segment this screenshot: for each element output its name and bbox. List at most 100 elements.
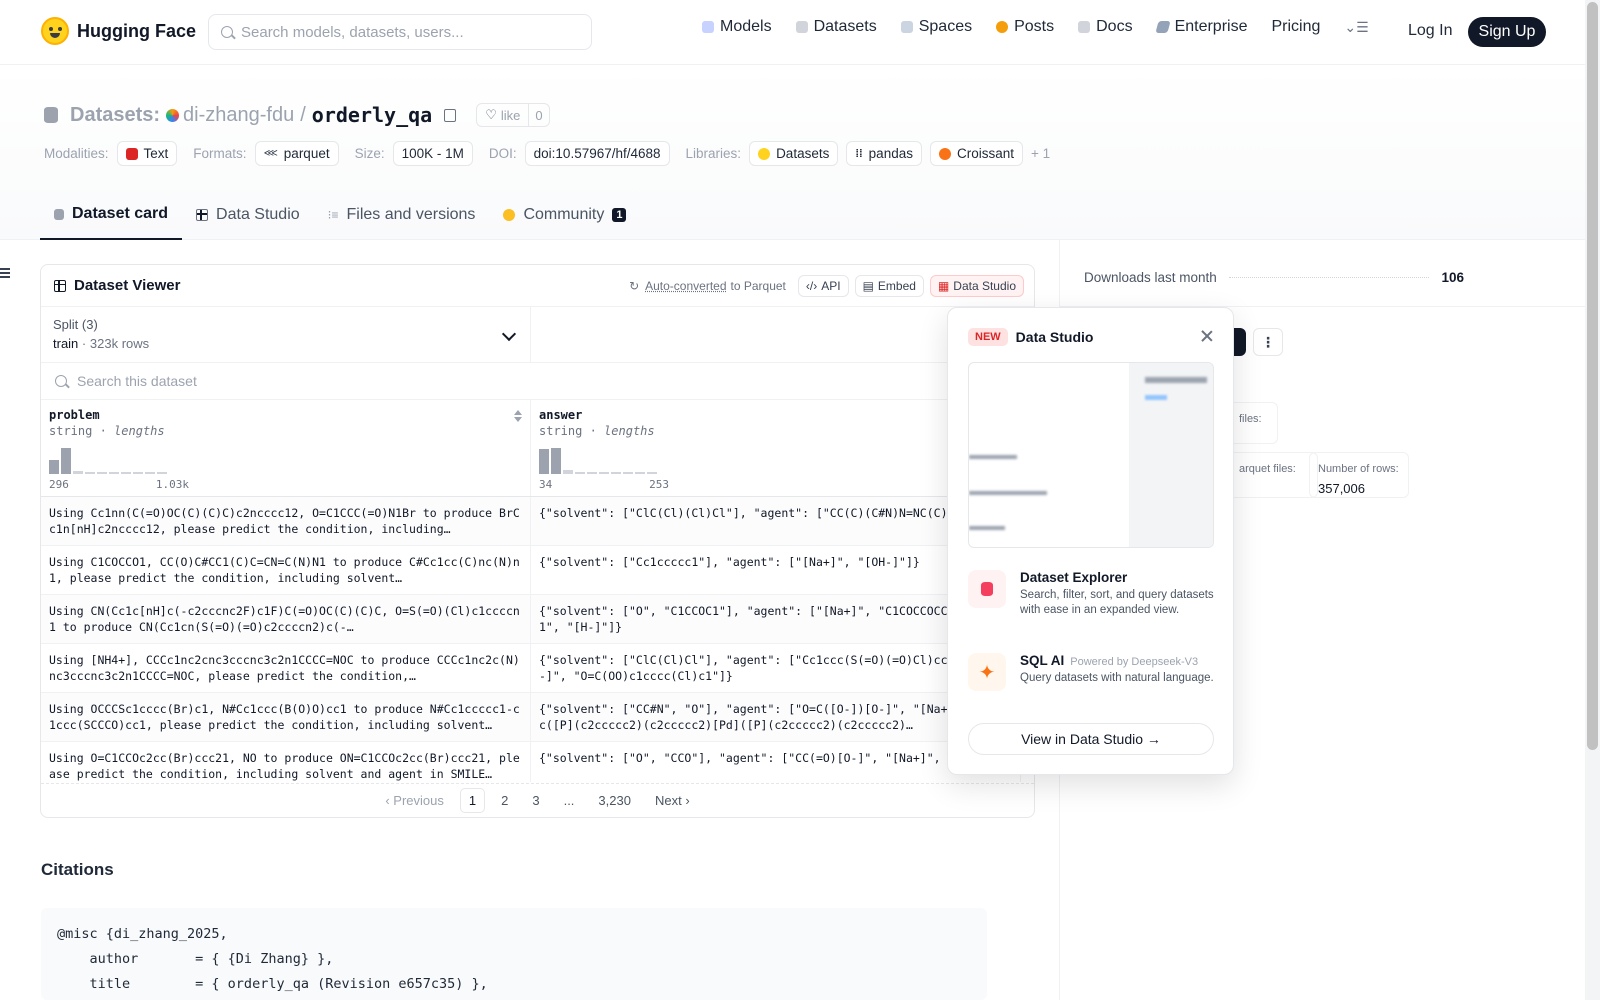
tab-data-studio-label: Data Studio	[216, 206, 300, 223]
library-chip-datasets[interactable]: Datasets	[749, 141, 839, 166]
table-row[interactable]: Using O=C1CCOc2cc(Br)ccc21, NO to produc…	[41, 742, 1034, 782]
copy-icon[interactable]	[444, 108, 457, 122]
repo-name[interactable]: orderly_qa	[312, 103, 432, 127]
library-chip-croissant[interactable]: Croissant	[929, 141, 1023, 166]
format-chip-parquet[interactable]: ⋘ parquet	[254, 141, 339, 166]
embed-button[interactable]: ▤ Embed	[854, 274, 924, 297]
api-label: API	[821, 278, 841, 293]
tab-community-label: Community	[523, 206, 605, 223]
nav-posts-label: Posts	[1014, 18, 1055, 35]
toc-toggle-icon[interactable]	[0, 268, 10, 278]
signup-button[interactable]: Sign Up	[1468, 17, 1546, 47]
nav-posts[interactable]: Posts	[996, 18, 1054, 36]
split-selector[interactable]: Split (3) train · 323k rows	[41, 307, 531, 362]
sparkle-icon: ✦	[968, 653, 1006, 691]
data-studio-icon: ▦	[937, 278, 950, 293]
login-link[interactable]: Log In	[1408, 22, 1452, 40]
data-studio-button[interactable]: ▦ Data Studio	[929, 274, 1024, 297]
formats-label: Formats:	[193, 146, 247, 161]
nav-spaces[interactable]: Spaces	[900, 18, 973, 36]
search-icon	[55, 375, 67, 387]
table-cell-problem[interactable]: Using C1COCCO1, CC(O)C#CC1(C)C=CN=C(N)N1…	[41, 546, 531, 594]
brand-name: Hugging Face	[77, 20, 197, 41]
spaces-icon	[900, 21, 913, 33]
table-icon	[54, 279, 66, 292]
table-row[interactable]: Using CN(Cc1c[nH]c(-c2cccnc2F)c1F)C(=O)O…	[41, 595, 1034, 644]
column-header-problem[interactable]: problem string · lengths 296 1.03k	[41, 400, 531, 496]
table-row[interactable]: Using [NH4+], CCCc1nc2cnc3cccnc3c2n1CCCC…	[41, 644, 1034, 693]
table-cell-problem[interactable]: Using [NH4+], CCCc1nc2cnc3cccnc3c2n1CCCC…	[41, 644, 531, 692]
brand-logo-link[interactable]: Hugging Face	[41, 17, 196, 45]
nav-models[interactable]: Models	[702, 18, 772, 36]
like-label: like	[500, 107, 521, 123]
libraries-label: Libraries:	[685, 146, 742, 161]
pager-page[interactable]: 2	[493, 789, 516, 812]
pagination: ‹ Previous 1 2 3 ... 3,230 Next ›	[41, 783, 1034, 817]
pager-page[interactable]: 1	[459, 788, 486, 813]
table-row[interactable]: Using Cc1nn(C(=O)OC(C)(C)C)c2ncccc12, O=…	[41, 497, 1034, 546]
stat-rows-label: Number of rows:	[1318, 463, 1399, 475]
models-icon	[702, 21, 714, 33]
auto-converted-link[interactable]: Auto-converted	[645, 279, 726, 293]
breadcrumb-datasets[interactable]: Datasets:	[70, 104, 160, 127]
more-options-icon[interactable]: ⋮	[1253, 328, 1283, 356]
table-cell-problem[interactable]: Using O=C1CCOc2cc(Br)ccc21, NO to produc…	[41, 742, 531, 782]
scrollbar-thumb[interactable]	[1587, 2, 1598, 750]
pager-page[interactable]: 3,230	[590, 789, 639, 812]
data-table-body: Using Cc1nn(C(=O)OC(C)(C)C)c2ncccc12, O=…	[41, 497, 1034, 782]
libraries-more[interactable]: + 1	[1031, 146, 1050, 161]
column-stat: lengths	[114, 424, 165, 438]
data-studio-label: Data Studio	[953, 278, 1016, 293]
table-cell-problem[interactable]: Using Cc1nn(C(=O)OC(C)(C)C)c2ncccc12, O=…	[41, 497, 531, 545]
owner-link[interactable]: di-zhang-fdu	[166, 104, 294, 127]
table-cell-problem[interactable]: Using CN(Cc1c[nH]c(-c2cccnc2F)c1F)C(=O)O…	[41, 595, 531, 643]
hist-max: 1.03k	[155, 478, 189, 491]
more-menu-icon[interactable]: ⌄☰	[1344, 19, 1368, 36]
tab-data-studio[interactable]: Data Studio	[182, 190, 314, 240]
owner-avatar-icon	[166, 108, 180, 122]
data-studio-popover: NEW Data Studio Dataset Explorer Search,…	[947, 307, 1234, 775]
tab-dataset-card[interactable]: Dataset card	[40, 190, 183, 240]
sort-icon[interactable]	[514, 410, 522, 422]
tab-files-and-versions[interactable]: ⁝≡ Files and versions	[314, 190, 490, 240]
nav-enterprise[interactable]: Enterprise	[1154, 18, 1247, 36]
nav-pricing-label: Pricing	[1271, 18, 1321, 35]
feature2-sub: Powered by Deepseek-V3	[1070, 656, 1199, 668]
nav-spaces-label: Spaces	[918, 18, 973, 35]
library-chip-pandas[interactable]: ⁞⁞ pandas	[846, 141, 922, 166]
histogram-bar	[73, 471, 83, 474]
size-chip[interactable]: 100K - 1M	[392, 141, 473, 166]
column-name: problem	[49, 408, 100, 422]
table-icon	[196, 209, 209, 221]
page-scrollbar[interactable]	[1585, 0, 1600, 1000]
breadcrumb-separator: /	[300, 103, 306, 126]
pager-previous[interactable]: ‹ Previous	[377, 789, 452, 812]
close-icon[interactable]	[1201, 330, 1213, 342]
stat-parquet-files-label: arquet files:	[1239, 463, 1296, 475]
table-row[interactable]: Using OCCCSc1cccc(Br)c1, N#Cc1ccc(B(O)O)…	[41, 693, 1034, 742]
modality-text: Text	[143, 146, 169, 161]
nav-docs[interactable]: Docs	[1078, 18, 1133, 36]
pager-next[interactable]: Next ›	[647, 789, 698, 812]
modality-chip-text[interactable]: Text	[116, 141, 178, 166]
dataset-search-input[interactable]: Search this dataset	[41, 363, 1034, 400]
like-button[interactable]: ♡ like 0	[476, 103, 550, 127]
table-cell-problem[interactable]: Using OCCCSc1cccc(Br)c1, N#Cc1ccc(B(O)O)…	[41, 693, 531, 741]
histogram-bar	[133, 472, 143, 474]
croissant-icon	[938, 147, 951, 160]
pager-page[interactable]: 3	[524, 789, 547, 812]
pandas-icon: ⁞⁞	[855, 147, 863, 160]
nav-docs-label: Docs	[1096, 18, 1133, 35]
table-row[interactable]: Using C1COCCO1, CC(O)C#CC1(C)C=CN=C(N)N1…	[41, 546, 1034, 595]
global-search-input[interactable]: Search models, datasets, users...	[208, 14, 592, 50]
data-studio-preview-image	[968, 362, 1214, 548]
api-button[interactable]: ‹/› API	[797, 274, 849, 297]
view-in-data-studio-button[interactable]: View in Data Studio →	[968, 723, 1214, 755]
tab-community[interactable]: Community 1	[489, 190, 640, 240]
nav-pricing[interactable]: Pricing	[1271, 18, 1320, 36]
stat-files-label: files:	[1239, 413, 1262, 425]
histogram-bar	[623, 472, 633, 474]
doi-chip[interactable]: doi:10.57967/hf/4688	[524, 141, 670, 166]
split-label: Split (3)	[53, 317, 98, 332]
nav-datasets[interactable]: Datasets	[795, 18, 877, 36]
